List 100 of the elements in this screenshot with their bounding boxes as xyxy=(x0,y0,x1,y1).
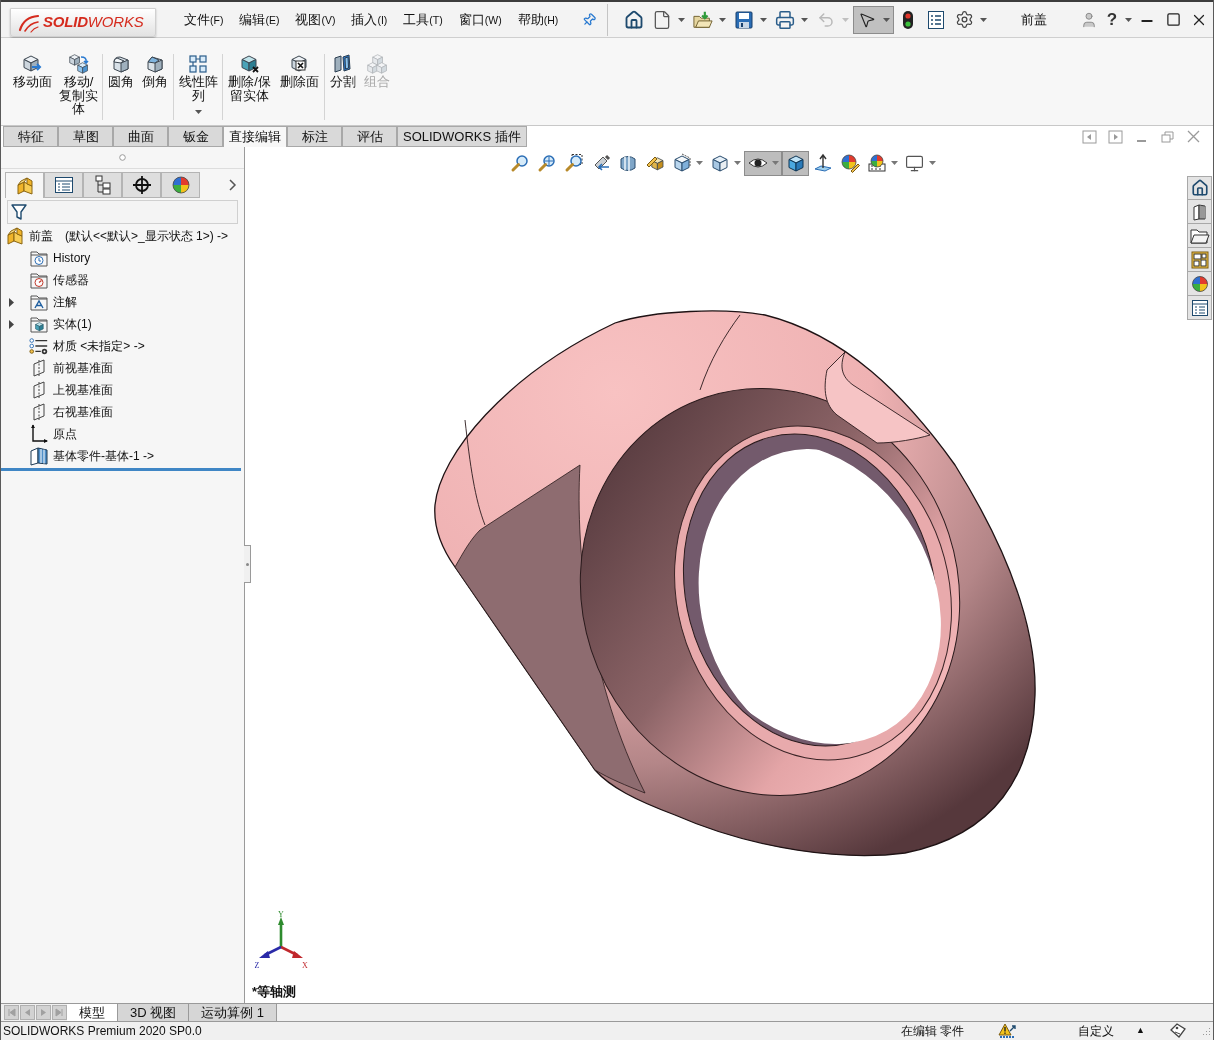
ribbon-command[interactable]: 倒角 xyxy=(140,54,170,89)
tree-item[interactable]: 前视基准面 xyxy=(29,358,115,378)
ribbon-command[interactable]: 删除/保留实体 xyxy=(226,54,273,102)
ribbon-command[interactable]: 分割 xyxy=(328,54,358,89)
panel-tab[interactable] xyxy=(122,172,161,198)
caret-icon xyxy=(772,161,779,165)
caret-icon xyxy=(719,17,727,22)
task-pane-button[interactable] xyxy=(1187,176,1212,200)
model-tab[interactable]: 模型 xyxy=(67,1004,118,1021)
chevron-right-icon[interactable] xyxy=(229,179,237,191)
tree-item[interactable]: 原点 xyxy=(29,424,79,444)
pointer-icon xyxy=(858,10,877,29)
plane-icon xyxy=(30,359,48,377)
palette-grid-icon xyxy=(1190,250,1209,269)
sectioned-cylinder-icon xyxy=(617,153,638,173)
task-pane-button[interactable] xyxy=(1187,224,1212,248)
status-text: 在编辑 零件 xyxy=(900,1023,965,1040)
panel-tab[interactable] xyxy=(44,172,83,198)
task-pane-button[interactable] xyxy=(1187,296,1212,320)
ribbon-command[interactable]: 圆角 xyxy=(106,54,136,89)
annotation-folder-icon xyxy=(30,293,48,311)
tree-item[interactable]: 实体(1) xyxy=(29,314,94,334)
units-button[interactable]: 自定义 ▲ xyxy=(1078,1022,1145,1040)
shaded-box-icon xyxy=(709,153,730,173)
tree-item[interactable]: 材质 <未指定> -> xyxy=(29,336,147,356)
command-tab[interactable]: 直接编辑 xyxy=(223,126,287,147)
logo-text: SOLIDWORKS xyxy=(43,12,144,33)
menu-item[interactable]: 插入(I) xyxy=(343,7,396,32)
window-title: 前盖 xyxy=(1020,10,1047,29)
command-tab[interactable]: 草图 xyxy=(58,126,113,147)
view-tool-button[interactable] xyxy=(782,150,809,176)
cube-arrow-icon xyxy=(22,54,42,74)
caret-icon xyxy=(194,110,202,114)
folder-arrow-icon xyxy=(693,9,714,30)
menu-item[interactable]: 编辑(E) xyxy=(231,7,288,32)
select-button[interactable] xyxy=(853,5,895,34)
expand-arrow-icon[interactable] xyxy=(9,297,15,307)
tree-item[interactable]: History xyxy=(29,248,93,268)
task-pane-button[interactable] xyxy=(1187,272,1212,296)
zoom-box-icon xyxy=(563,153,584,173)
home-icon xyxy=(1190,179,1209,197)
menu-item[interactable]: 工具(T) xyxy=(395,7,451,32)
help-button[interactable]: ? xyxy=(1102,6,1122,33)
view-orientation-label: *等轴测 xyxy=(252,982,297,1001)
undo-icon xyxy=(817,10,836,29)
model-tab[interactable]: 运动算例 1 xyxy=(189,1004,278,1021)
view-tool-button[interactable] xyxy=(744,150,782,176)
caret-icon xyxy=(929,161,936,165)
color-sphere-icon xyxy=(170,175,191,195)
menu-item[interactable]: 文件(F) xyxy=(176,7,232,32)
menu-item[interactable]: 帮助(H) xyxy=(509,7,567,32)
cube-icon xyxy=(785,153,806,173)
maximize-icon[interactable] xyxy=(1165,12,1181,27)
caret-icon xyxy=(801,17,809,22)
task-pane-button[interactable] xyxy=(1187,248,1212,272)
tree-item[interactable]: 传感器 xyxy=(29,270,91,290)
command-tab[interactable]: 标注 xyxy=(287,126,342,147)
user-icon[interactable] xyxy=(1080,10,1098,29)
handle-dot-icon[interactable] xyxy=(119,154,126,161)
status-text: SOLIDWORKS Premium 2020 SP0.0 xyxy=(2,1023,202,1040)
tree-item[interactable]: 注解 xyxy=(29,292,79,312)
model-tab[interactable]: 3D 视图 xyxy=(118,1004,190,1021)
command-tab[interactable]: 曲面 xyxy=(113,126,168,147)
caret-icon xyxy=(883,17,891,22)
splitter-handle[interactable] xyxy=(244,545,251,583)
filter-field[interactable] xyxy=(7,200,238,224)
pane-right-icon[interactable] xyxy=(1108,129,1124,144)
list-icon xyxy=(927,9,946,30)
menu-item[interactable]: 窗口(W) xyxy=(450,7,510,32)
pane-left-icon[interactable] xyxy=(1082,129,1098,144)
tree-item[interactable]: 基体零件-基体-1 -> xyxy=(29,446,156,466)
cube-folder-icon xyxy=(30,315,48,333)
books-icon xyxy=(1190,202,1209,221)
axis-label: X xyxy=(302,961,308,970)
caret-icon xyxy=(842,17,850,22)
command-tab[interactable]: 钣金 xyxy=(168,126,223,147)
command-tab[interactable]: 评估 xyxy=(342,126,397,147)
warning-icon[interactable] xyxy=(998,1023,1017,1039)
crosshair-icon xyxy=(131,175,152,195)
logo-panel[interactable]: SOLIDWORKS xyxy=(10,8,156,37)
base-part-icon xyxy=(29,446,49,466)
command-tab[interactable]: 特征 xyxy=(3,126,58,147)
menu-item[interactable]: 视图(V) xyxy=(287,7,344,32)
ribbon-command[interactable]: 删除面 xyxy=(277,54,321,89)
caret-icon xyxy=(980,17,988,22)
caret-icon xyxy=(696,161,703,165)
up-arrow-plane-icon xyxy=(812,153,833,173)
tag-icon[interactable] xyxy=(1169,1023,1187,1039)
expand-arrow-icon[interactable] xyxy=(9,319,15,329)
ribbon-command[interactable]: 移动面 xyxy=(10,54,54,89)
tree-item[interactable]: 前盖 (默认<<默认>_显示状态 1>) -> xyxy=(5,226,231,246)
command-tab[interactable]: SOLIDWORKS 插件 xyxy=(397,126,527,147)
task-pane-button[interactable] xyxy=(1187,200,1212,224)
home-icon xyxy=(624,9,645,30)
caret-icon xyxy=(678,17,686,22)
tree-item[interactable]: 上视基准面 xyxy=(29,380,115,400)
part-icon xyxy=(15,176,34,195)
ribbon-command[interactable]: 线性阵列 xyxy=(177,54,219,114)
ribbon-command[interactable]: 移动/复制实体 xyxy=(58,54,99,116)
tree-item[interactable]: 右视基准面 xyxy=(29,402,115,422)
